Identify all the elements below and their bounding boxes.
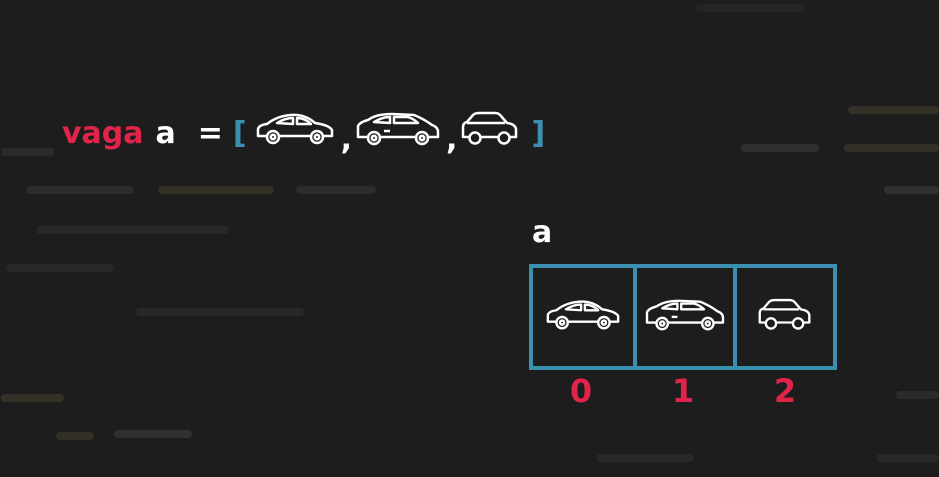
hatchback-icon bbox=[642, 296, 728, 338]
separator-comma: , bbox=[340, 121, 353, 157]
separator-comma: , bbox=[446, 121, 458, 157]
equals-sign: = bbox=[197, 115, 223, 151]
variable-name: a bbox=[155, 115, 176, 151]
array-cell-2 bbox=[733, 268, 833, 366]
open-bracket: [ bbox=[232, 115, 247, 151]
sedan-icon bbox=[253, 109, 337, 157]
code-statement: vaga a = [ , , ] bbox=[62, 108, 545, 158]
array-index-0: 0 bbox=[569, 372, 593, 410]
sedan-icon bbox=[543, 296, 623, 338]
array-diagram bbox=[529, 264, 837, 370]
hatchback-icon bbox=[354, 109, 442, 157]
compact-car-icon bbox=[459, 109, 521, 157]
array-cell-0 bbox=[533, 268, 633, 366]
array-index-2: 2 bbox=[773, 372, 797, 410]
array-cell-1 bbox=[633, 268, 733, 366]
array-index-1: 1 bbox=[671, 372, 695, 410]
array-label: a bbox=[532, 215, 553, 250]
type-keyword: vaga bbox=[62, 115, 144, 151]
close-bracket: ] bbox=[531, 115, 546, 151]
compact-car-icon bbox=[756, 296, 814, 338]
